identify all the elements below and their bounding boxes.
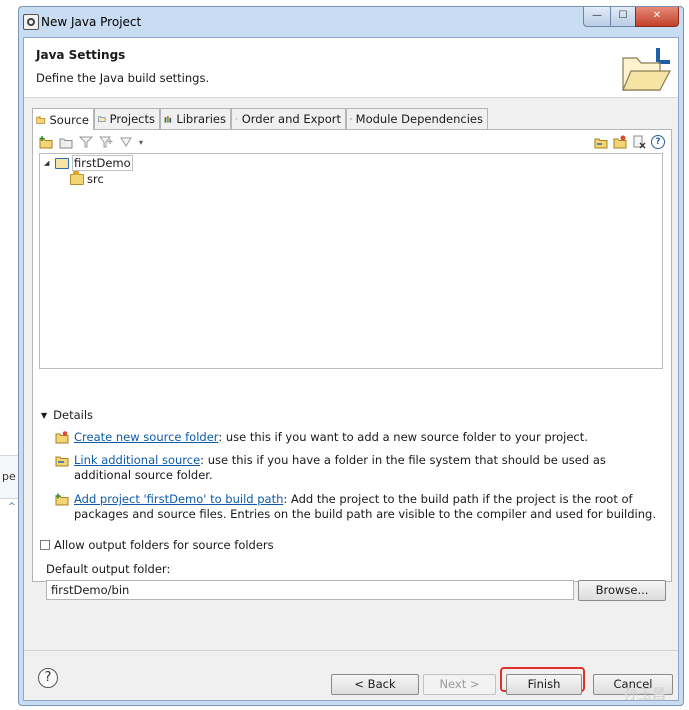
next-button[interactable]: Next > [423,674,496,695]
caret-down-icon: ▼ [41,410,48,420]
tab-module-dependencies[interactable]: m Module Dependencies [346,108,488,129]
projects-icon [98,116,106,123]
order-export-icon [235,117,238,121]
background-window-edge [0,0,20,710]
eclipse-app-icon [23,14,39,30]
toolbar-dropdown-icon[interactable]: ▾ [139,138,143,147]
page-description: Define the Java build settings. [36,71,210,85]
tab-libraries[interactable]: Libraries [160,108,231,129]
page-title: Java Settings [36,48,126,62]
default-output-folder-input[interactable] [46,580,574,600]
source-folder-tree: ◢ firstDemo src [39,153,663,369]
tab-libraries-label: Libraries [176,112,226,126]
detail-add-project-to-build-path: Add project 'firstDemo' to build path: A… [55,492,665,522]
source-tab-panel: ▾ ? ◢ firstDemo src ▼ Details Create new… [32,129,672,582]
project-folder-icon [55,157,69,169]
default-output-folder-label: Default output folder: [46,562,171,576]
background-caret-icon: ^ [8,502,16,512]
source-folder-icon [70,170,84,185]
detail-create-source-folder: Create new source folder: use this if yo… [55,430,665,445]
tab-projects[interactable]: Projects [94,108,160,129]
maximize-button[interactable]: ☐ [610,7,636,27]
tab-source[interactable]: Source [32,108,94,130]
source-toolbar-right: ? [594,135,665,149]
source-toolbar: ▾ [39,135,143,149]
remove-icon[interactable] [632,135,646,149]
link-source-folder-icon [55,456,69,467]
add-project-to-build-path-link[interactable]: Add project 'firstDemo' to build path [74,492,283,506]
link-folder-icon[interactable] [594,135,608,149]
link-source-icon[interactable] [59,135,73,149]
add-to-build-path-icon [55,493,69,506]
details-label: Details [53,408,94,422]
wizard-header: Java Settings Define the Java build sett… [24,38,678,98]
libraries-icon [164,116,172,123]
tree-src-label: src [87,172,104,186]
allow-output-folders-checkbox[interactable] [40,540,50,550]
filter-icon[interactable] [79,135,93,149]
filter-add-icon[interactable] [99,135,113,149]
allow-output-folders-label: Allow output folders for source folders [54,538,274,552]
details-toggle[interactable]: ▼ Details [41,408,93,422]
collapse-twisty-icon[interactable]: ◢ [44,159,52,167]
detail-link-additional-source: Link additional source: use this if you … [55,453,665,483]
dialog-client-area: Java Settings Define the Java build sett… [23,37,679,701]
wizard-help-button[interactable]: ? [38,668,58,688]
help-icon[interactable]: ? [651,135,665,149]
tab-projects-label: Projects [109,112,155,126]
browse-button[interactable]: Browse... [578,580,666,601]
create-source-folder-desc: : use this if you want to add a new sour… [218,430,588,444]
close-button[interactable]: ✕ [635,7,679,27]
tree-row-src[interactable]: src [70,170,104,187]
watermark-text: 孙玉昌 [624,687,666,703]
create-folder-icon [55,431,69,444]
window-title: New Java Project [41,15,142,29]
back-button[interactable]: < Back [331,674,419,695]
button-bar-separator [24,650,678,651]
source-folder-icon [36,115,46,124]
module-dependencies-icon: m [350,118,352,120]
background-partial-text: pe [2,470,16,483]
minimize-button[interactable]: — [583,7,611,27]
tree-row-project[interactable]: ◢ firstDemo [44,155,133,171]
title-bar[interactable]: New Java Project — ☐ ✕ [19,7,683,37]
tab-order-and-export[interactable]: Order and Export [231,108,346,129]
configure-icon[interactable] [119,135,133,149]
tab-module-dependencies-label: Module Dependencies [355,112,483,126]
java-project-folder-icon [622,48,671,91]
new-java-project-dialog: New Java Project — ☐ ✕ Java Settings Def… [18,6,684,706]
create-new-source-folder-link[interactable]: Create new source folder [74,430,218,444]
new-folder-icon[interactable] [613,135,627,149]
link-additional-source-link[interactable]: Link additional source [74,453,200,467]
tab-order-and-export-label: Order and Export [241,112,341,126]
tab-source-label: Source [49,112,90,127]
add-folder-icon[interactable] [39,135,53,149]
finish-button[interactable]: Finish [506,674,582,695]
allow-output-folders-option[interactable]: Allow output folders for source folders [40,538,274,552]
tree-project-label: firstDemo [72,155,133,171]
